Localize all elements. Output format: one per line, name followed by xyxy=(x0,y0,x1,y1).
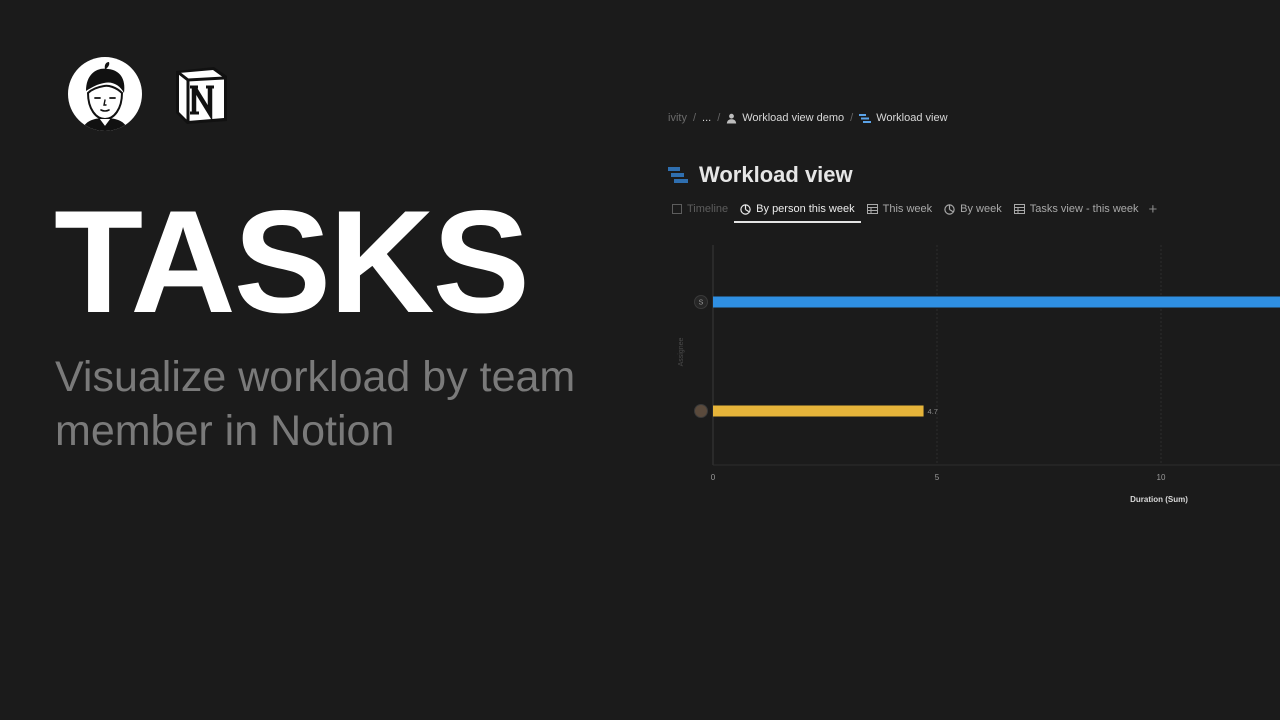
breadcrumb-label: Workload view demo xyxy=(742,112,845,124)
breadcrumb-separator: / xyxy=(717,112,721,124)
cartoon-face-logo-icon xyxy=(68,57,142,131)
workload-bar-chart: 0 5 10 Duration (Sum) Assignee S 4.7 xyxy=(678,245,1280,504)
tab-by-week[interactable]: By week xyxy=(938,195,1008,223)
bar-1 xyxy=(713,296,1280,308)
page-header: Workload view xyxy=(668,162,853,188)
notion-logo-icon xyxy=(170,63,232,125)
assignee-initial: S xyxy=(699,300,704,307)
breadcrumb-item-activity[interactable]: ivity xyxy=(668,112,687,124)
notion-screen-capture: ivity / ... / Workload view demo / Workl… xyxy=(668,95,1280,525)
x-tick-label: 0 xyxy=(711,473,716,482)
add-view-button[interactable]: + xyxy=(1145,201,1162,218)
tab-label: By week xyxy=(960,203,1002,215)
assignee-avatar xyxy=(694,404,708,418)
tab-label: This week xyxy=(882,203,933,215)
tab-label: Timeline xyxy=(687,203,729,215)
hero-subtitle-line-1: Visualize workload by team xyxy=(55,353,576,401)
x-axis-title: Duration (Sum) xyxy=(1130,495,1188,504)
tab-tasks-view-this-week[interactable]: Tasks view - this week xyxy=(1008,195,1145,223)
brand-logos xyxy=(68,57,232,131)
hero-subtitle: Visualize workload by team member in Not… xyxy=(55,350,655,458)
x-tick-label: 5 xyxy=(935,473,940,482)
bar-data-label: 4.7 xyxy=(928,407,938,416)
hero-title: TASKS xyxy=(54,180,530,343)
breadcrumb-item-workload-view-demo[interactable]: Workload view demo xyxy=(726,112,844,124)
bar-2 xyxy=(713,405,924,417)
table-icon xyxy=(866,204,878,214)
tab-label: By person this week xyxy=(756,203,855,215)
chart-icon xyxy=(944,203,955,215)
breadcrumb-item-ellipsis[interactable]: ... xyxy=(702,112,711,124)
workload-view-icon xyxy=(859,113,872,123)
breadcrumb: ivity / ... / Workload view demo / Workl… xyxy=(668,112,948,124)
hero-subtitle-line-2: member in Notion xyxy=(55,407,395,455)
person-icon xyxy=(727,113,737,123)
breadcrumb-item-workload-view[interactable]: Workload view xyxy=(859,112,948,124)
y-axis-title: Assignee xyxy=(678,337,685,366)
tab-timeline[interactable]: Timeline xyxy=(668,195,734,223)
chart-icon xyxy=(740,203,751,215)
table-icon xyxy=(1013,204,1025,214)
breadcrumb-label: Workload view xyxy=(876,112,948,124)
tab-by-person-this-week[interactable]: By person this week xyxy=(734,195,862,223)
x-tick-label: 10 xyxy=(1157,473,1166,482)
tab-label: Tasks view - this week xyxy=(1029,203,1139,215)
tab-this-week[interactable]: This week xyxy=(861,195,939,223)
breadcrumb-separator: / xyxy=(692,112,697,124)
view-tabs: Timeline By person this week This week B… xyxy=(668,195,1280,223)
workload-view-icon xyxy=(668,167,688,183)
breadcrumb-separator: / xyxy=(850,112,854,124)
page-title: Workload view xyxy=(699,162,853,187)
timeline-icon xyxy=(672,204,682,214)
